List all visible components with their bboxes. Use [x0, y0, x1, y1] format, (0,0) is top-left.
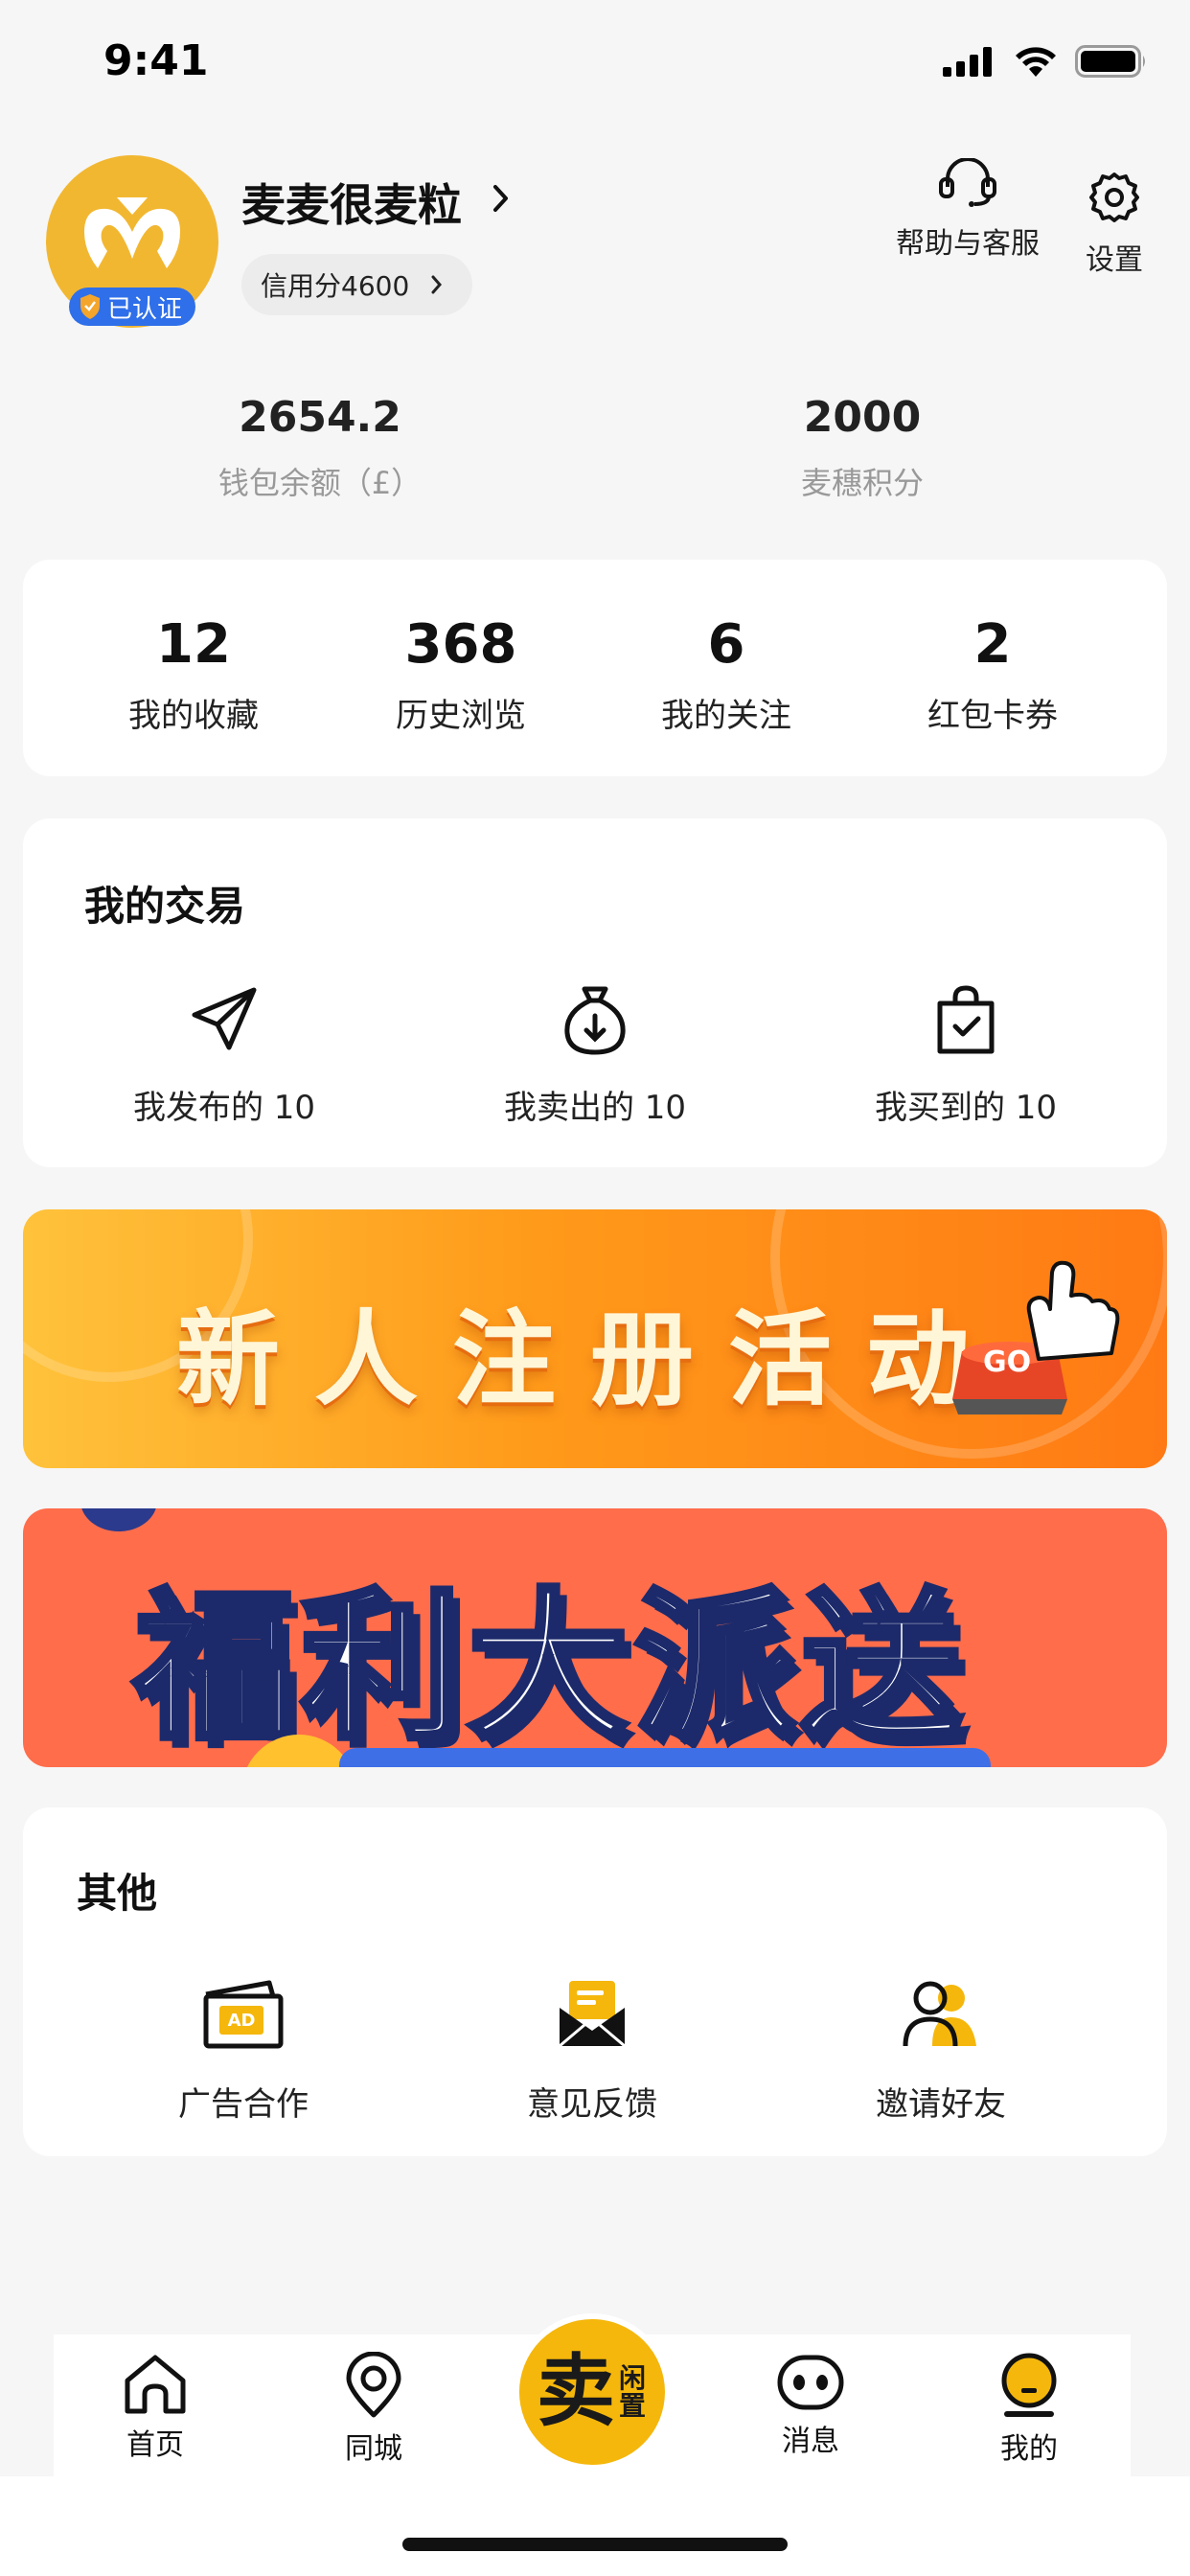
my-trades-title: 我的交易: [84, 883, 246, 930]
feedback-mail-icon: [559, 1981, 626, 2048]
trade-bought-label: 我买到的 10: [874, 1089, 1058, 1127]
money-bag-icon: [564, 986, 626, 1055]
home-indicator[interactable]: [402, 2538, 788, 2551]
help-service-button[interactable]: 帮助与客服: [896, 157, 1040, 262]
stat-label: 我的关注: [661, 697, 791, 735]
chevron-right-icon[interactable]: [491, 182, 512, 215]
credit-score-label: 信用分4600: [261, 270, 410, 302]
shield-icon: [80, 294, 100, 319]
headset-icon: [939, 157, 996, 207]
points-balance[interactable]: 2000 麦穗积分: [671, 393, 1054, 503]
ad-cooperation[interactable]: AD 广告合作: [90, 1970, 397, 2125]
sell-main-label: 卖: [536, 2346, 615, 2437]
status-bar: 9:41: [0, 0, 1190, 128]
tab-home-label: 首页: [126, 2428, 184, 2462]
verified-badge: 已认证: [69, 288, 196, 326]
stat-label: 我的收藏: [128, 697, 259, 735]
bottom-safe-area: [0, 2476, 1190, 2576]
feedback[interactable]: 意见反馈: [439, 1970, 745, 2125]
tab-home[interactable]: 首页: [88, 2352, 222, 2463]
invite-friends-icon: [903, 1981, 976, 2047]
wifi-icon: [1016, 47, 1056, 77]
brand-logo-icon: [84, 197, 180, 268]
location-pin-icon: [346, 2351, 401, 2418]
banner-decoration: [339, 1748, 991, 1767]
stat-value: 2: [973, 613, 1012, 676]
others-title: 其他: [77, 1870, 158, 1917]
status-icons: [943, 44, 1148, 79]
ad-icon: AD: [203, 1980, 284, 2049]
trade-bought[interactable]: 我买到的 10: [812, 981, 1119, 1128]
welfare-giveaway-banner[interactable]: 福利大派送: [23, 1508, 1167, 1767]
trade-sold[interactable]: 我卖出的 10: [442, 981, 748, 1128]
stat-coupons[interactable]: 2 红包卡券: [858, 613, 1127, 736]
chevron-right-icon: [431, 275, 443, 294]
tab-mine[interactable]: 我的: [962, 2352, 1096, 2467]
verified-label: 已认证: [107, 294, 183, 324]
trade-published-label: 我发布的 10: [132, 1089, 316, 1127]
my-trades-card: 我的交易 我发布的 10 我卖出的 10 我买到的 10: [23, 818, 1167, 1167]
stat-value: 12: [156, 613, 231, 676]
stats-card: 12 我的收藏 368 历史浏览 6 我的关注 2 红包卡券: [23, 560, 1167, 776]
svg-text:AD: AD: [228, 2011, 256, 2031]
invite-friends-label: 邀请好友: [876, 2085, 1006, 2124]
status-time: 9:41: [103, 36, 209, 85]
settings-button[interactable]: 设置: [1081, 171, 1148, 278]
wallet-balance-value: 2654.2: [239, 393, 401, 442]
wallet-summary: 2654.2 钱包余额（£） 2000 麦穗积分: [0, 393, 1190, 527]
battery-icon: [1075, 45, 1145, 78]
feedback-label: 意见反馈: [527, 2085, 657, 2124]
register-banner-text: 新人注册活动: [176, 1300, 1005, 1420]
cellular-signal-icon: [943, 47, 992, 77]
wallet-balance-label: 钱包余额（£）: [217, 465, 423, 501]
pointing-hand-icon: [1026, 1260, 1120, 1361]
trade-sold-label: 我卖出的 10: [503, 1089, 687, 1127]
welfare-banner-text: 福利大派送: [131, 1571, 968, 1764]
tab-mine-label: 我的: [1000, 2432, 1058, 2466]
profile-face-icon: [1001, 2353, 1057, 2417]
username[interactable]: 麦麦很麦粒: [241, 171, 462, 234]
message-bubble-icon: [777, 2355, 844, 2410]
sell-idle-button[interactable]: 卖 闲置: [514, 2313, 671, 2471]
stat-label: 红包卡券: [927, 697, 1058, 735]
others-card: 其他 AD 广告合作 意见反馈 邀请好友: [23, 1807, 1167, 2156]
stat-value: 6: [707, 613, 745, 676]
stat-favorites[interactable]: 12 我的收藏: [59, 613, 328, 736]
home-icon: [125, 2355, 186, 2414]
invite-friends[interactable]: 邀请好友: [788, 1970, 1094, 2125]
new-user-register-banner[interactable]: 新人注册活动 GO: [23, 1209, 1167, 1468]
tab-local[interactable]: 同城: [307, 2351, 441, 2467]
wallet-balance[interactable]: 2654.2 钱包余额（£）: [128, 393, 512, 503]
shopping-bag-icon: [937, 985, 995, 1054]
banner-decoration: [80, 1508, 157, 1531]
stat-following[interactable]: 6 我的关注: [592, 613, 860, 736]
ad-cooperation-label: 广告合作: [178, 2085, 309, 2124]
stat-label: 历史浏览: [396, 697, 526, 735]
tab-local-label: 同城: [345, 2432, 402, 2466]
send-icon: [192, 987, 257, 1050]
points-value: 2000: [803, 393, 922, 442]
tab-messages-label: 消息: [782, 2425, 839, 2458]
gear-icon: [1089, 172, 1139, 222]
tab-messages[interactable]: 消息: [744, 2352, 878, 2459]
help-label: 帮助与客服: [896, 227, 1040, 261]
sell-sub-label: 闲置: [619, 2361, 647, 2422]
stat-value: 368: [404, 613, 517, 676]
stat-history[interactable]: 368 历史浏览: [327, 613, 595, 736]
credit-score-pill[interactable]: 信用分4600: [241, 254, 473, 315]
points-label: 麦穗积分: [800, 465, 924, 501]
settings-label: 设置: [1086, 243, 1143, 277]
trade-published[interactable]: 我发布的 10: [71, 981, 378, 1128]
